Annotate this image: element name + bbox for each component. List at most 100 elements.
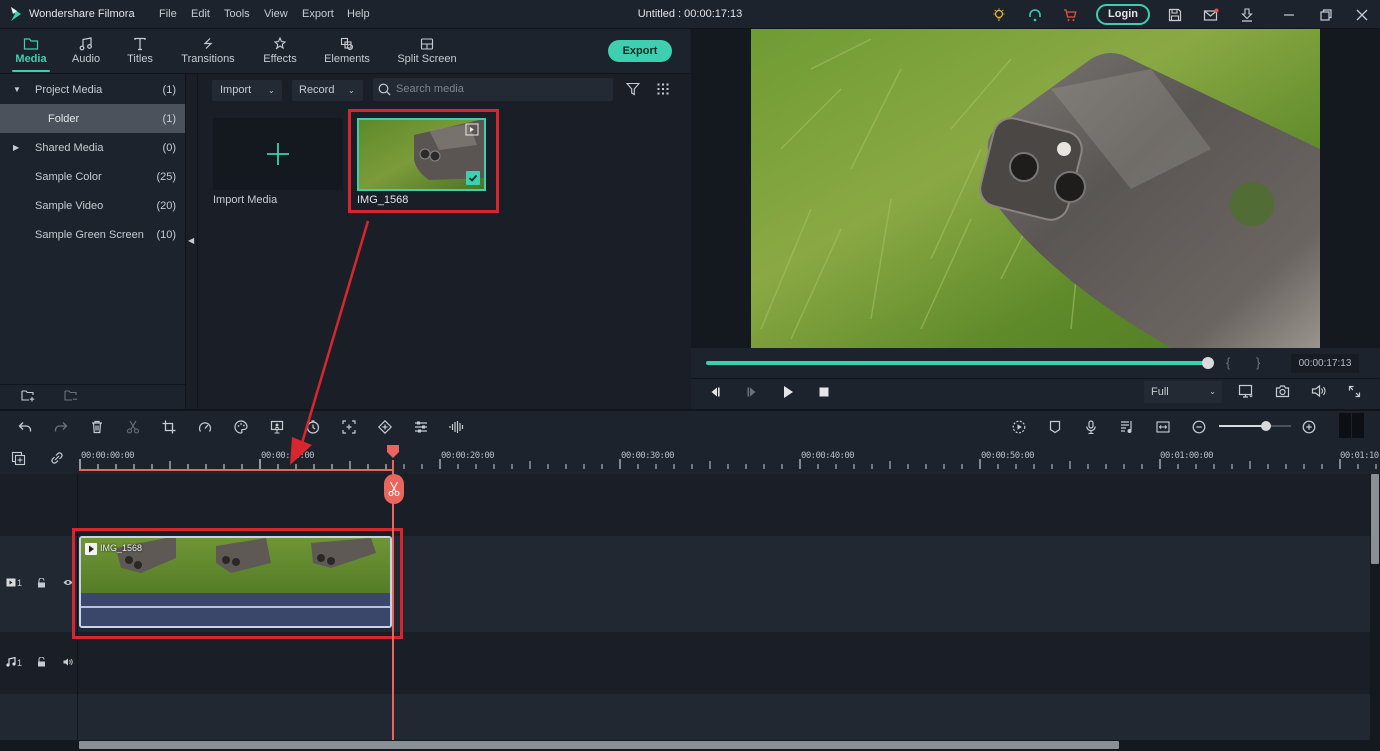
sidebar-item-sample-video[interactable]: Sample Video (20): [0, 191, 185, 220]
tab-effects[interactable]: Effects: [258, 29, 302, 74]
headset-icon[interactable]: [1026, 6, 1044, 24]
ruler-label: 00:00:10:00: [261, 451, 315, 461]
split-scissors-button[interactable]: [384, 474, 404, 504]
add-track-icon[interactable]: [11, 451, 26, 466]
sidebar-item-folder[interactable]: Folder (1): [0, 104, 185, 133]
download-icon[interactable]: [1238, 6, 1256, 24]
import-media-label: Import Media: [213, 194, 278, 206]
tab-elements[interactable]: Elements: [320, 29, 374, 74]
close-icon[interactable]: [1353, 6, 1371, 24]
sidebar-item-shared-media[interactable]: ▶ Shared Media (0): [0, 133, 185, 162]
lightbulb-icon[interactable]: [990, 6, 1008, 24]
menu-edit[interactable]: Edit: [191, 8, 210, 20]
export-button[interactable]: Export: [608, 40, 672, 62]
menu-file[interactable]: File: [159, 8, 177, 20]
green-screen-icon[interactable]: [268, 418, 286, 436]
delete-icon[interactable]: [88, 418, 106, 436]
render-preview-icon[interactable]: [1010, 418, 1028, 436]
fit-timeline-icon[interactable]: [1154, 418, 1172, 436]
stop-icon[interactable]: [818, 386, 830, 398]
ruler-label: 00:00:40:00: [801, 451, 855, 461]
tab-elements-label: Elements: [324, 53, 370, 65]
delete-folder-icon[interactable]: [64, 389, 79, 402]
timeline-vertical-scroll-thumb[interactable]: [1371, 474, 1379, 564]
preview-progress-handle[interactable]: [1202, 357, 1214, 369]
record-dropdown[interactable]: Record ⌄: [292, 80, 363, 101]
video-track-number: 1: [17, 578, 23, 588]
menu-help[interactable]: Help: [347, 8, 370, 20]
timeline-zoom-slider-fill: [1219, 425, 1266, 427]
eye-visibility-icon[interactable]: [63, 578, 73, 587]
sidebar-item-project-media[interactable]: ▼ Project Media (1): [0, 75, 185, 104]
tab-split-screen[interactable]: Split Screen: [396, 29, 458, 74]
keyframe-icon[interactable]: [376, 418, 394, 436]
preview-quality-select[interactable]: Full ⌄: [1144, 381, 1222, 403]
layout-toggle-icon[interactable]: [1339, 413, 1364, 438]
login-button[interactable]: Login: [1096, 4, 1150, 25]
snapshot-camera-icon[interactable]: [1275, 384, 1290, 398]
fullscreen-icon[interactable]: [1348, 385, 1361, 398]
audio-track-number: 1: [17, 658, 23, 668]
save-icon[interactable]: [1166, 6, 1184, 24]
new-folder-icon[interactable]: [21, 389, 36, 402]
color-palette-icon[interactable]: [232, 418, 250, 436]
tab-transitions[interactable]: Transitions: [176, 29, 240, 74]
display-settings-icon[interactable]: [1238, 384, 1254, 399]
chevron-down-icon: ⌄: [268, 86, 275, 95]
speaker-icon[interactable]: [63, 657, 73, 667]
split-scissors-icon[interactable]: [124, 418, 142, 436]
expand-right-icon[interactable]: ▶: [13, 143, 19, 152]
volume-icon[interactable]: [1311, 384, 1326, 398]
tab-titles[interactable]: Titles: [122, 29, 158, 74]
cart-icon[interactable]: [1061, 6, 1079, 24]
zoom-in-icon[interactable]: [1300, 418, 1318, 436]
collapse-arrow-icon[interactable]: ◀: [188, 236, 194, 245]
expand-down-icon[interactable]: ▼: [13, 85, 21, 94]
sidebar-item-sample-color[interactable]: Sample Color (25): [0, 162, 185, 191]
filter-icon[interactable]: [626, 82, 640, 96]
speed-icon[interactable]: [196, 418, 214, 436]
audio-waveform-icon[interactable]: [448, 418, 466, 436]
import-dropdown[interactable]: Import ⌄: [212, 80, 282, 101]
undo-icon[interactable]: [16, 418, 34, 436]
microphone-icon[interactable]: [1082, 418, 1100, 436]
tab-media[interactable]: Media: [10, 29, 52, 74]
timeline-zoom-slider-handle[interactable]: [1260, 421, 1271, 431]
sidebar-item-sample-green-screen[interactable]: Sample Green Screen (10): [0, 220, 185, 249]
mark-out-icon[interactable]: }: [1256, 355, 1260, 370]
timeline-horizontal-scroll-thumb[interactable]: [79, 741, 1119, 749]
preview-progress-track[interactable]: [706, 361, 1208, 365]
media-item-thumbnail[interactable]: [357, 118, 486, 191]
ruler-label: 00:00:50:00: [981, 451, 1035, 461]
link-icon[interactable]: [50, 451, 64, 465]
marker-icon[interactable]: [1046, 418, 1064, 436]
minimize-icon[interactable]: [1280, 6, 1298, 24]
menu-tools[interactable]: Tools: [224, 8, 250, 20]
crop-icon[interactable]: [160, 418, 178, 436]
play-icon[interactable]: [782, 385, 794, 399]
menu-view[interactable]: View: [264, 8, 288, 20]
grid-view-icon[interactable]: [656, 82, 670, 96]
menu-export[interactable]: Export: [302, 8, 334, 20]
mail-icon[interactable]: [1202, 6, 1220, 24]
timeline-video-clip[interactable]: IMG_1568: [79, 536, 392, 628]
freeze-frame-icon[interactable]: [340, 418, 358, 436]
playhead-handle[interactable]: [385, 445, 401, 459]
mark-in-icon[interactable]: {: [1226, 355, 1230, 370]
zoom-out-icon[interactable]: [1190, 418, 1208, 436]
previous-frame-icon[interactable]: [709, 386, 721, 398]
import-media-tile[interactable]: [213, 118, 343, 190]
duration-timer-icon[interactable]: [304, 418, 322, 436]
search-media-input[interactable]: Search media: [373, 78, 613, 101]
redo-icon[interactable]: [52, 418, 70, 436]
search-icon: [378, 83, 391, 96]
tab-audio[interactable]: Audio: [68, 29, 104, 74]
lock-icon[interactable]: [37, 578, 46, 588]
folder-icon: [10, 29, 52, 51]
adjust-sliders-icon[interactable]: [412, 418, 430, 436]
next-frame-icon[interactable]: [746, 386, 758, 398]
audio-mixer-icon[interactable]: [1118, 418, 1136, 436]
clip-audio-strip: [81, 593, 390, 607]
lock-icon[interactable]: [37, 657, 46, 667]
restore-icon[interactable]: [1317, 6, 1335, 24]
